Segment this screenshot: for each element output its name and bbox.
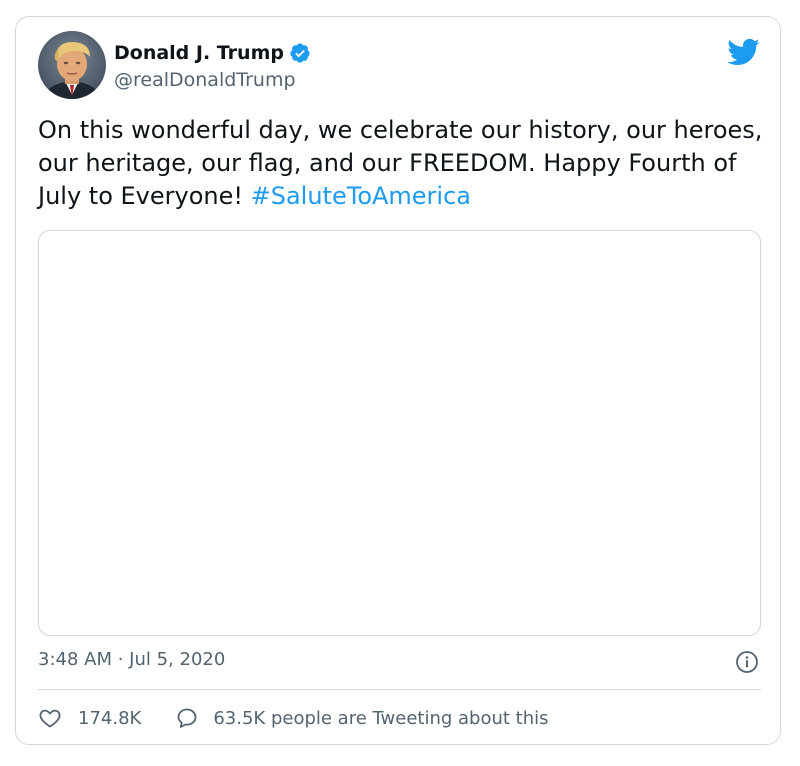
- heart-icon: [39, 709, 61, 728]
- like-count: 174.8K: [78, 707, 142, 729]
- tweet-media[interactable]: [38, 230, 761, 636]
- conversation-count-text: 63.5K people are Tweeting about this: [213, 707, 549, 729]
- avatar-image: [38, 31, 106, 99]
- engagement-bar: 174.8K 63.5K people are Tweeting about t…: [38, 705, 549, 731]
- hashtag-link[interactable]: #SaluteToAmerica: [251, 182, 471, 210]
- speech-bubble-icon: [177, 708, 197, 728]
- like-button[interactable]: 174.8K: [38, 706, 141, 730]
- tweet-card[interactable]: Donald J. Trump @realDonaldTrump On this…: [15, 16, 781, 745]
- avatar[interactable]: [38, 31, 106, 99]
- conversation-button[interactable]: 63.5K people are Tweeting about this: [175, 706, 549, 730]
- author-handle[interactable]: @realDonaldTrump: [114, 69, 296, 91]
- verified-badge-icon: [289, 42, 311, 64]
- twitter-bird-icon[interactable]: [726, 35, 760, 69]
- tweet-timestamp[interactable]: 3:48 AM · Jul 5, 2020: [38, 649, 225, 670]
- info-icon[interactable]: [735, 650, 759, 674]
- author-name-row[interactable]: Donald J. Trump: [114, 41, 311, 65]
- tweet-text: On this wonderful day, we celebrate our …: [38, 114, 768, 213]
- author-display-name[interactable]: Donald J. Trump: [114, 42, 284, 64]
- divider: [38, 689, 761, 690]
